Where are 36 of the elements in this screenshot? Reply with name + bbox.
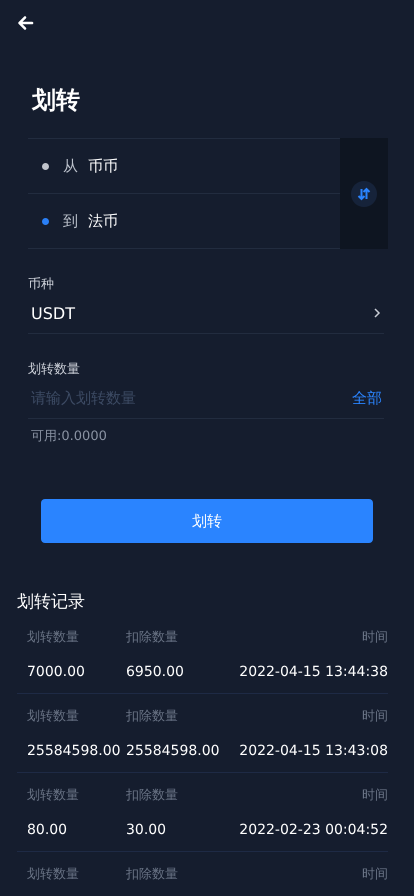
currency-selector[interactable]: USDT (28, 293, 384, 334)
field-label: 币种 (28, 276, 55, 293)
field-label: 划转数量 (28, 361, 81, 378)
record-value: 2022-04-15 13:44:38 (238, 664, 388, 680)
column-label: 时间 (361, 629, 388, 646)
account-name: 法币 (88, 212, 118, 230)
column-label: 扣除数量 (126, 866, 179, 883)
account-name: 币币 (88, 156, 118, 176)
column-label: 扣除数量 (126, 629, 179, 646)
column-label: 划转数量 (27, 866, 80, 883)
column-label: 划转数量 (27, 787, 80, 804)
available-balance: 可用:0.0000 (31, 428, 108, 445)
record-value: 7000.00 (27, 664, 86, 680)
column-label: 划转数量 (27, 629, 80, 646)
column-label: 扣除数量 (126, 708, 179, 725)
all-link[interactable]: 全部 (352, 388, 382, 408)
record-value: 30.00 (126, 822, 168, 838)
record-value: 2022-04-15 13:43:08 (238, 743, 388, 759)
column-label: 时间 (361, 708, 388, 725)
column-label: 划转数量 (27, 708, 80, 725)
column-label: 时间 (361, 787, 388, 804)
direction-label: 到 (63, 212, 78, 230)
column-label: 时间 (361, 866, 388, 883)
page-title: 划转 (32, 85, 81, 116)
record-value: 2022-02-23 00:04:52 (238, 822, 388, 838)
chevron-right-icon (372, 307, 382, 319)
record-value: 25584598.00 (27, 743, 122, 759)
transfer-button[interactable]: 划转 (41, 499, 373, 543)
section-title: 划转记录 (17, 591, 86, 614)
back-arrow-icon[interactable] (16, 14, 34, 32)
record-value: 6950.00 (126, 664, 185, 680)
record-value: 25584598.00 (126, 743, 221, 759)
swap-arrows-icon (351, 180, 377, 206)
record-value: 80.00 (27, 822, 68, 838)
column-label: 扣除数量 (126, 787, 179, 804)
direction-label: 从 (63, 156, 78, 176)
